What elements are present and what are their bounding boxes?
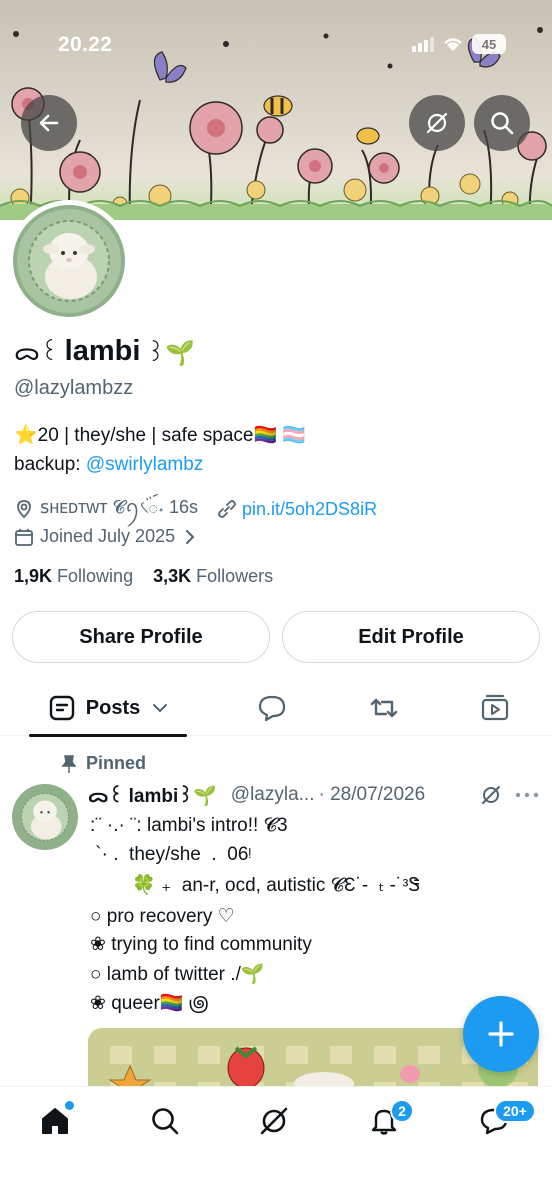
post-author-name[interactable]: ᯅ꒰ lambi꒱🌱 — [88, 782, 217, 808]
following-label: Following — [57, 566, 134, 586]
search-icon — [152, 1108, 179, 1135]
profile-name: ᯅ꒰ lambi ꒱🌱 — [14, 334, 195, 368]
media-icon — [481, 694, 509, 721]
home-unread-dot — [65, 1101, 74, 1110]
display-name: lambi — [64, 334, 141, 367]
post-text-line-5: ❀ trying to find community — [90, 934, 312, 955]
more-options-icon[interactable] — [515, 791, 539, 799]
location-text: ꜱʜᴇᴅᴛᴡᴛ 𝓒ꪆ৻ꪾ˖ 16s — [40, 497, 198, 517]
post-text-line-7: ❀ queer🏳️‍🌈 ౷ — [90, 993, 209, 1014]
follow-stats: 1,9K Following 3,3K Followers — [14, 566, 273, 587]
profile-meta: ꜱʜᴇᴅᴛᴡᴛ 𝓒ꪆ৻ꪾ˖ 16s pin.it/5oh2DS8iR — [14, 490, 377, 528]
tab-posts-label: Posts — [85, 696, 141, 719]
pinned-label: Pinned — [86, 753, 147, 773]
followers-label: Followers — [196, 566, 274, 586]
following-count: 1,9K — [14, 566, 53, 586]
reply-icon — [258, 695, 286, 722]
compose-button[interactable] — [463, 996, 539, 1072]
repost-icon — [370, 698, 398, 718]
nav-home[interactable] — [25, 1101, 85, 1141]
chevron-down-icon — [153, 704, 168, 713]
nav-notifications[interactable]: 2 — [354, 1099, 414, 1141]
bio-mention-link[interactable]: @swirlylambz — [86, 454, 203, 476]
bio-line-2: backup: @swirlylambz — [14, 454, 203, 476]
tab-media[interactable] — [465, 680, 525, 736]
post-text-line-6: ○ lamb of twitter ./🌱 — [90, 964, 265, 985]
website-link[interactable]: pin.it/5oh2DS8iR — [242, 499, 377, 520]
messages-badge: 20+ — [494, 1099, 536, 1123]
profile-handle: @lazylambzz — [14, 377, 134, 399]
nav-messages[interactable]: 20+ — [464, 1099, 536, 1141]
post-text-line-3: 🍀 ₊ an-r, ocd, autistic 𝓒Ɛ˙- ₜ -˙ᵌᏕ — [90, 875, 421, 896]
wifi-icon — [444, 38, 462, 51]
bio-prefix: backup: — [14, 454, 86, 475]
edit-profile-button[interactable]: Edit Profile — [282, 611, 540, 663]
notifications-badge: 2 — [390, 1099, 414, 1123]
grok-icon — [260, 1107, 288, 1135]
profile-avatar[interactable] — [8, 200, 130, 322]
calendar-icon — [15, 528, 33, 546]
followers-count: 3,3K — [153, 566, 192, 586]
pin-icon — [61, 754, 77, 773]
joined-date[interactable]: Joined July 2025 — [14, 526, 197, 547]
share-profile-button[interactable]: Share Profile — [12, 611, 270, 663]
name-suffix: ꒱🌱 — [146, 339, 196, 367]
post-header: ᯅ꒰ lambi꒱🌱 @lazyla... · 28/07/2026 — [88, 782, 425, 808]
post-text-line-4: ○ pro recovery ♡ — [90, 906, 235, 927]
back-arrow-icon — [39, 114, 59, 132]
nav-search[interactable] — [135, 1101, 195, 1141]
following-stat[interactable]: 1,9K Following — [14, 566, 133, 587]
plus-icon — [488, 1021, 514, 1047]
profile-tabs: Posts — [0, 680, 552, 737]
post-date[interactable]: · 28/07/2026 — [318, 784, 425, 806]
joined-text: Joined July 2025 — [40, 526, 176, 546]
status-icons: 45 — [412, 34, 506, 54]
grok-icon — [426, 112, 448, 134]
post-author-handle[interactable]: @lazyla... — [231, 784, 315, 806]
avatar-image — [13, 205, 125, 317]
bottom-navigation: 2 20+ — [0, 1086, 552, 1200]
post-text-line-1: :¨ ·.· ¨: lambi's intro!! 𝓒3 — [90, 815, 288, 836]
home-icon — [42, 1108, 68, 1134]
search-icon — [491, 112, 514, 135]
post-avatar[interactable] — [12, 784, 78, 850]
followers-stat[interactable]: 3,3K Followers — [153, 566, 273, 587]
signal-icon — [412, 37, 434, 52]
nav-grok[interactable] — [244, 1101, 304, 1141]
tab-posts[interactable]: Posts — [29, 680, 187, 737]
tab-reposts[interactable] — [354, 680, 414, 736]
tab-replies[interactable] — [242, 680, 302, 736]
search-button[interactable] — [474, 95, 530, 151]
status-time: 20.22 — [58, 33, 113, 56]
bio-line-1: ⭐20 | they/she | safe space🏳️‍🌈 🏳️‍⚧️ — [14, 425, 307, 446]
posts-icon — [49, 695, 74, 721]
post-text-line-2: `· . they/she . 06ᵎ — [90, 844, 252, 865]
name-prefix: ᯅ꒰ — [14, 339, 59, 366]
grok-button[interactable] — [409, 95, 465, 151]
location-icon — [17, 500, 31, 519]
post-grok-icon[interactable] — [479, 783, 503, 807]
active-tab-indicator — [29, 734, 187, 737]
back-button[interactable] — [21, 95, 77, 151]
profile-banner[interactable]: 20.22 45 — [0, 0, 552, 220]
battery-indicator: 45 — [472, 34, 506, 54]
chevron-right-icon — [186, 529, 195, 544]
pinned-indicator: Pinned — [60, 753, 146, 774]
link-icon — [218, 500, 236, 518]
